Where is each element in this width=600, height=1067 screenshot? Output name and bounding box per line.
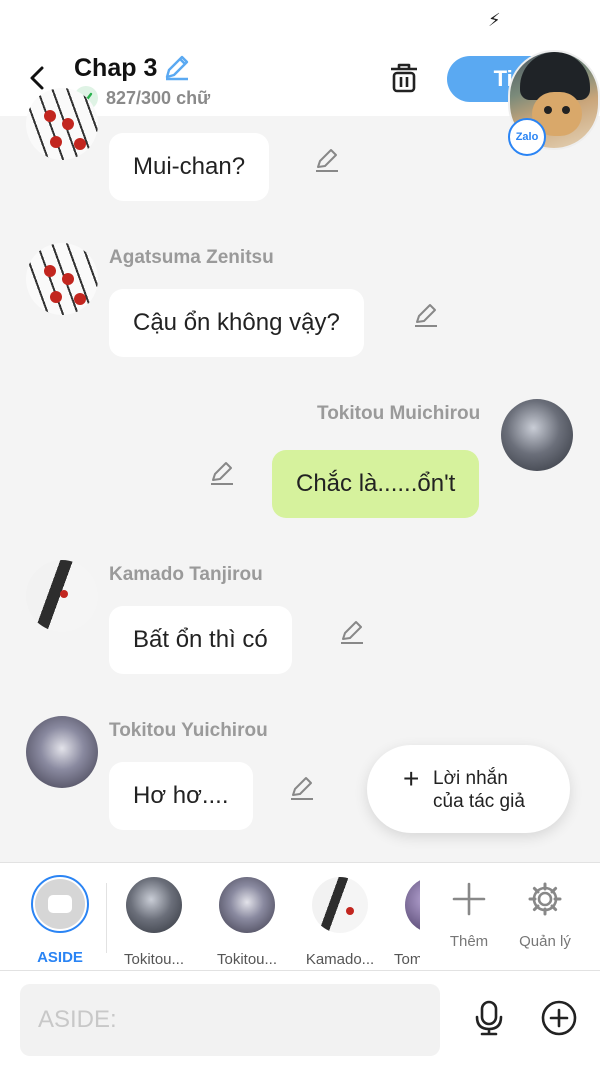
edit-message-pencil-icon[interactable] (337, 617, 367, 647)
avatar (219, 877, 275, 933)
avatar[interactable] (26, 88, 98, 160)
zalo-badge: Zalo (508, 118, 546, 156)
edit-title-pencil-icon[interactable] (162, 52, 192, 82)
word-count-text: 827/300 chữ (106, 87, 211, 108)
page-title: Chap 3 (74, 54, 158, 82)
aside-label: ASIDE (37, 949, 83, 966)
author-note-button[interactable]: + Lời nhắn của tác giả (367, 745, 570, 833)
character-label: Kamado... (305, 951, 375, 968)
message-bubble[interactable]: Mui-chan? (109, 133, 270, 201)
edit-message-pencil-icon[interactable] (411, 300, 441, 330)
avatar (405, 877, 420, 933)
divider (106, 883, 107, 953)
word-count: 827/300 chữ (74, 86, 210, 110)
character-item[interactable]: Tokitou... (111, 871, 201, 968)
sender-name: Tokitou Yuichirou (109, 720, 268, 741)
character-aside[interactable]: ASIDE (18, 871, 102, 967)
charging-bolt-icon: ⚡ (488, 10, 501, 30)
character-item[interactable]: Tom (380, 871, 420, 967)
character-label: Tokitou... (216, 951, 278, 968)
message-input[interactable] (20, 984, 440, 1056)
edit-message-pencil-icon[interactable] (312, 145, 342, 175)
trash-icon[interactable] (386, 60, 422, 96)
character-bar: ASIDE Tokitou... Tokitou... Kamado... To… (0, 862, 600, 970)
microphone-icon[interactable] (470, 999, 508, 1037)
avatar (126, 877, 182, 933)
sender-name: Agatsuma Zenitsu (109, 247, 274, 268)
character-item[interactable]: Tokitou... (204, 871, 294, 968)
add-character-button[interactable]: Thêm (434, 871, 504, 967)
message-bubble[interactable]: Hơ hơ.... (109, 762, 253, 830)
my-message-bubble[interactable]: Chắc là......ổn't (272, 450, 480, 518)
character-label: Tokitou... (123, 951, 185, 968)
avatar[interactable] (501, 399, 573, 471)
avatar[interactable] (26, 716, 98, 788)
plus-icon (452, 882, 486, 916)
character-label: Tom (394, 951, 420, 967)
edit-message-pencil-icon[interactable] (287, 773, 317, 803)
plus-icon: + (403, 763, 420, 794)
avatar[interactable] (26, 560, 98, 632)
avatar (312, 877, 368, 933)
status-bar: ⚡ (0, 0, 600, 44)
message-bubble[interactable]: Bất ổn thì có (109, 606, 292, 674)
sender-name: Kamado Tanjirou (109, 564, 263, 585)
manage-button[interactable]: Quản lý (510, 871, 580, 967)
add-label: Thêm (449, 933, 489, 950)
message-bubble[interactable]: Cậu ổn không vậy? (109, 289, 364, 357)
composer-bar (0, 970, 600, 1067)
avatar[interactable] (26, 243, 98, 315)
manage-label: Quản lý (519, 933, 571, 950)
author-note-label: Lời nhắn của tác giả (433, 768, 525, 812)
sender-name: Tokitou Muichirou (317, 403, 481, 424)
add-circle-icon[interactable] (540, 999, 578, 1037)
character-item[interactable]: Kamado... (297, 871, 387, 968)
gear-icon (528, 882, 562, 916)
edit-message-pencil-icon[interactable] (207, 458, 237, 488)
aside-icon (31, 875, 89, 933)
